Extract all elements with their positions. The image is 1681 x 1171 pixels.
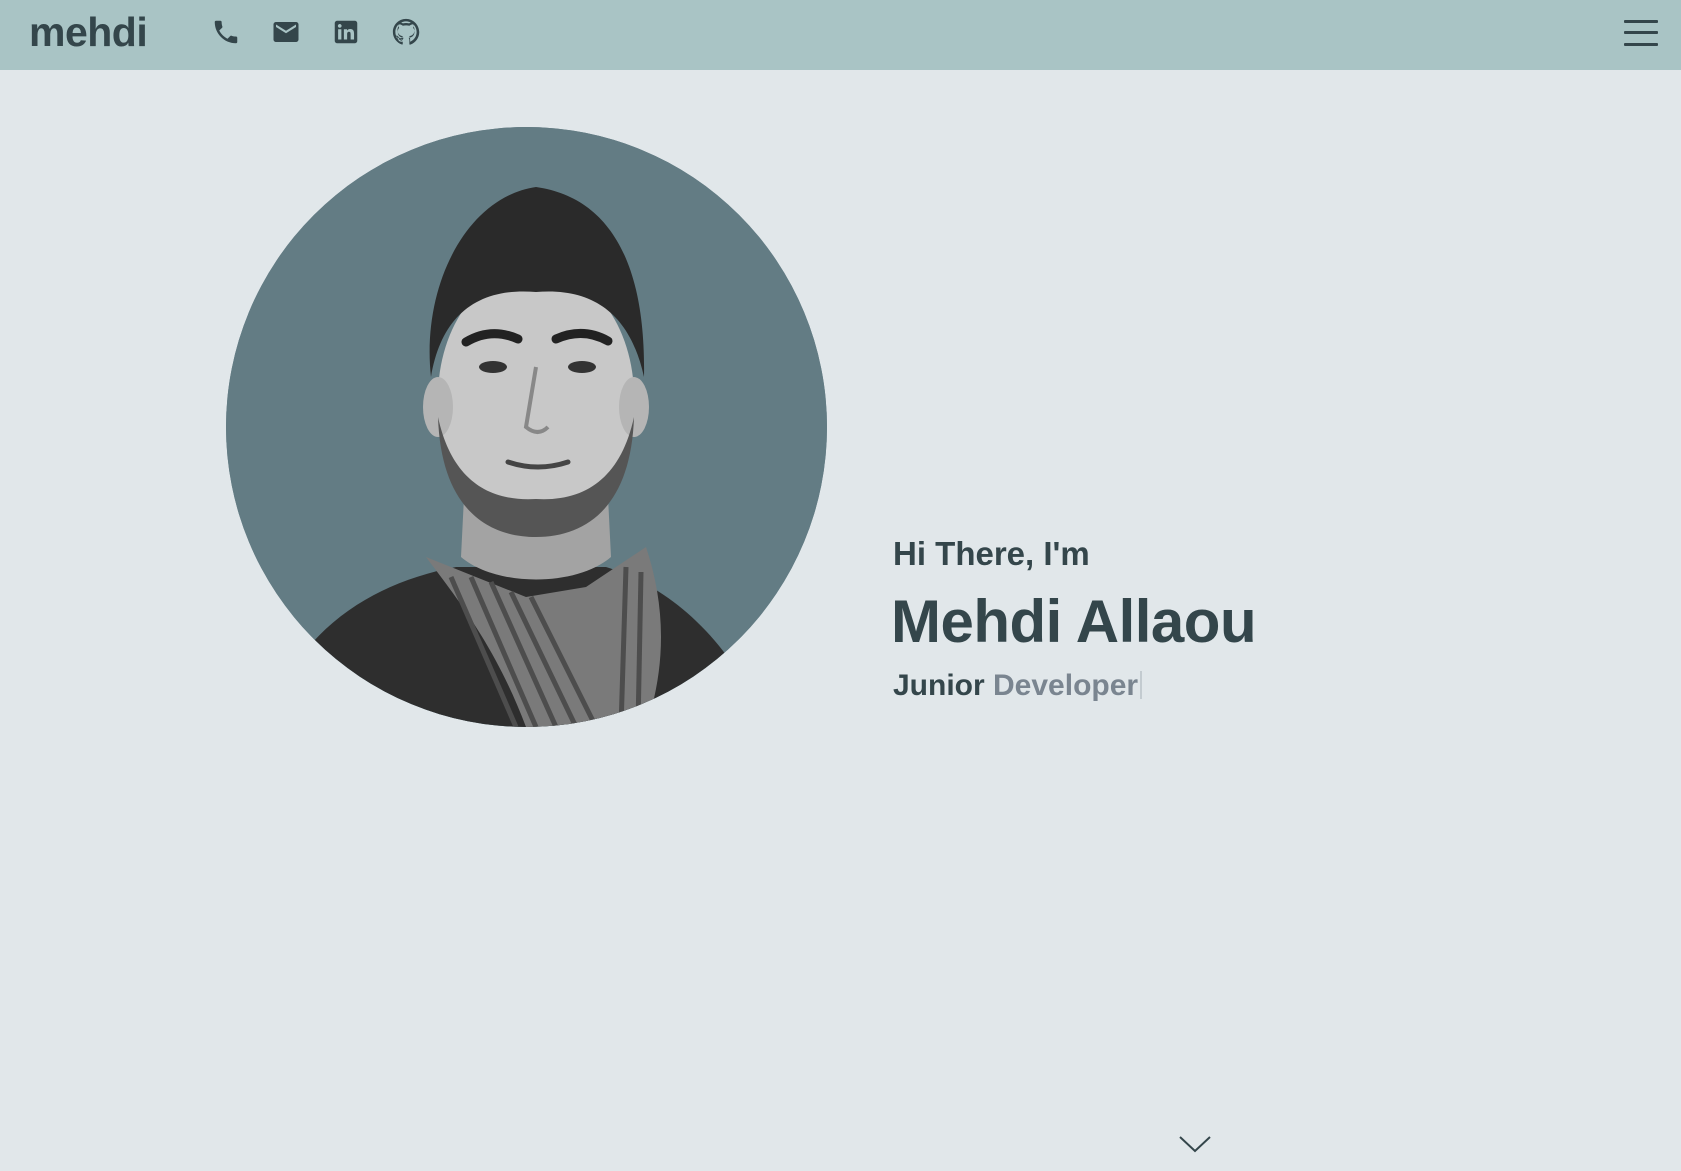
- role-prefix: Junior: [893, 669, 985, 702]
- chevron-down-icon[interactable]: [1178, 1133, 1212, 1155]
- linkedin-icon[interactable]: [331, 17, 361, 47]
- mail-icon[interactable]: [271, 17, 301, 47]
- hero-name: Mehdi Allaou: [891, 588, 1257, 655]
- site-logo[interactable]: mehdi: [29, 9, 148, 56]
- menu-icon[interactable]: [1624, 18, 1658, 48]
- avatar: [226, 127, 827, 727]
- typing-caret: [1140, 671, 1143, 699]
- role-typed-text: Developer: [993, 669, 1139, 702]
- top-navbar: mehdi: [0, 0, 1681, 70]
- hero-greeting: Hi There, I'm: [893, 535, 1090, 572]
- hero-role: Junior Developer: [893, 669, 1143, 703]
- profile-photo: [226, 127, 827, 727]
- github-icon[interactable]: [391, 17, 421, 47]
- phone-icon[interactable]: [211, 17, 241, 47]
